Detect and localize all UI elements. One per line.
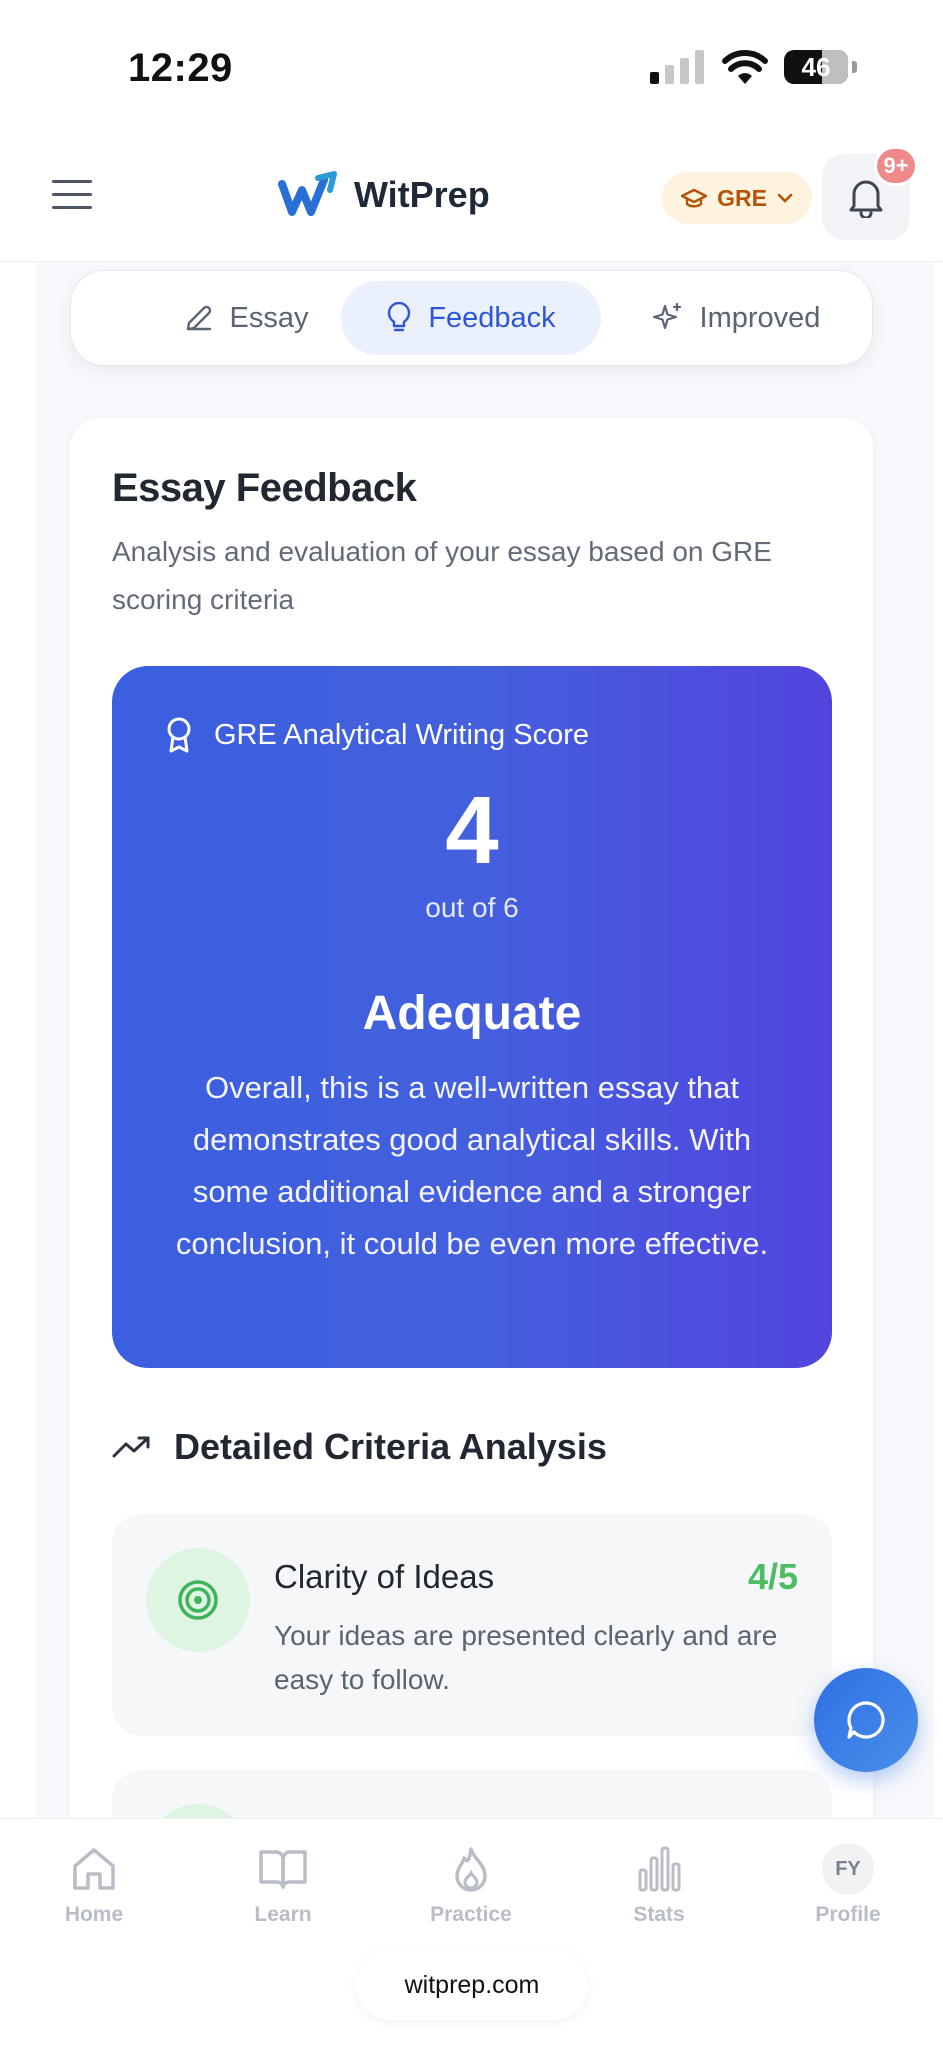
graduation-cap-icon xyxy=(681,188,708,208)
flame-icon xyxy=(455,1847,487,1892)
page-subtitle: Analysis and evaluation of your essay ba… xyxy=(112,536,772,615)
witprep-logo-icon xyxy=(278,171,337,216)
brand-logo[interactable]: WitPrep xyxy=(278,170,490,220)
avatar: FY xyxy=(822,1843,874,1895)
home-icon xyxy=(73,1848,115,1890)
score-label-row: GRE Analytical Writing Score xyxy=(164,716,589,754)
notification-badge: 9+ xyxy=(874,146,918,186)
nav-home-label: Home xyxy=(64,1903,124,1926)
bell-icon xyxy=(849,180,883,218)
sparkles-icon xyxy=(652,302,681,330)
pencil-icon xyxy=(186,305,211,331)
score-value: 4 xyxy=(445,777,499,884)
score-summary: Overall, this is a well-written essay th… xyxy=(175,1070,769,1261)
menu-button[interactable] xyxy=(52,180,92,214)
nav-learn-label: Learn xyxy=(254,1903,312,1926)
tab-feedback-label: Feedback xyxy=(428,301,556,334)
score-panel: GRE Analytical Writing Score 4 out of 6 … xyxy=(112,666,832,1368)
status-icons: 46 xyxy=(650,50,857,84)
nav-profile-label: Profile xyxy=(815,1903,881,1926)
chat-button[interactable] xyxy=(814,1668,918,1772)
score-label: GRE Analytical Writing Score xyxy=(214,718,589,751)
score-level: Adequate xyxy=(362,987,582,1040)
award-ribbon-icon xyxy=(167,717,191,753)
tab-essay[interactable]: Essay xyxy=(131,281,361,355)
criterion-name: Clarity of Ideas xyxy=(274,1558,495,1595)
app-header: WitPrep GRE xyxy=(0,130,943,262)
criteria-heading: Detailed Criteria Analysis xyxy=(112,1426,607,1468)
page-title: Essay Feedback xyxy=(112,466,417,510)
nav-stats[interactable]: Stats xyxy=(594,1841,724,1927)
tab-improved-label: Improved xyxy=(699,301,821,334)
tab-improved[interactable]: Improved xyxy=(616,281,856,355)
tab-essay-label: Essay xyxy=(229,301,309,334)
cellular-signal-icon xyxy=(650,50,704,84)
wifi-icon xyxy=(722,50,768,84)
bar-chart-icon xyxy=(638,1846,681,1892)
brand-name: WitPrep xyxy=(354,174,490,215)
nav-home[interactable]: Home xyxy=(29,1841,159,1927)
essay-tabs: Essay Feedback Improved xyxy=(70,270,873,366)
nav-stats-label: Stats xyxy=(633,1903,685,1926)
hamburger-icon xyxy=(52,180,92,183)
battery-tip xyxy=(852,61,857,73)
criterion-description: Your ideas are presented clearly and are… xyxy=(274,1620,778,1695)
tab-feedback[interactable]: Feedback xyxy=(341,281,601,355)
status-time: 12:29 xyxy=(128,46,233,90)
lightbulb-icon xyxy=(388,302,411,332)
chevron-down-icon xyxy=(777,193,793,203)
criterion-card[interactable]: Clarity of Ideas 4/5 Your ideas are pres… xyxy=(112,1514,832,1736)
nav-profile[interactable]: FY Profile xyxy=(783,1841,913,1927)
score-max: out of 6 xyxy=(425,892,519,923)
status-bar: 12:29 46 xyxy=(0,0,943,130)
battery-icon: 46 xyxy=(784,50,848,84)
nav-practice-label: Practice xyxy=(430,1903,512,1926)
battery-level: 46 xyxy=(801,51,831,82)
exam-label: GRE xyxy=(717,184,767,211)
criterion-score: 4/5 xyxy=(747,1556,798,1597)
exam-selector[interactable]: GRE xyxy=(662,172,812,224)
trending-up-icon xyxy=(112,1436,150,1458)
nav-learn[interactable]: Learn xyxy=(218,1841,348,1927)
criteria-heading-label: Detailed Criteria Analysis xyxy=(174,1426,607,1467)
target-icon xyxy=(146,1548,250,1652)
nav-practice[interactable]: Practice xyxy=(406,1841,536,1927)
book-open-icon xyxy=(259,1850,307,1889)
browser-url-bar[interactable]: witprep.com xyxy=(356,1950,588,2020)
chat-bubble-icon xyxy=(847,1701,885,1739)
